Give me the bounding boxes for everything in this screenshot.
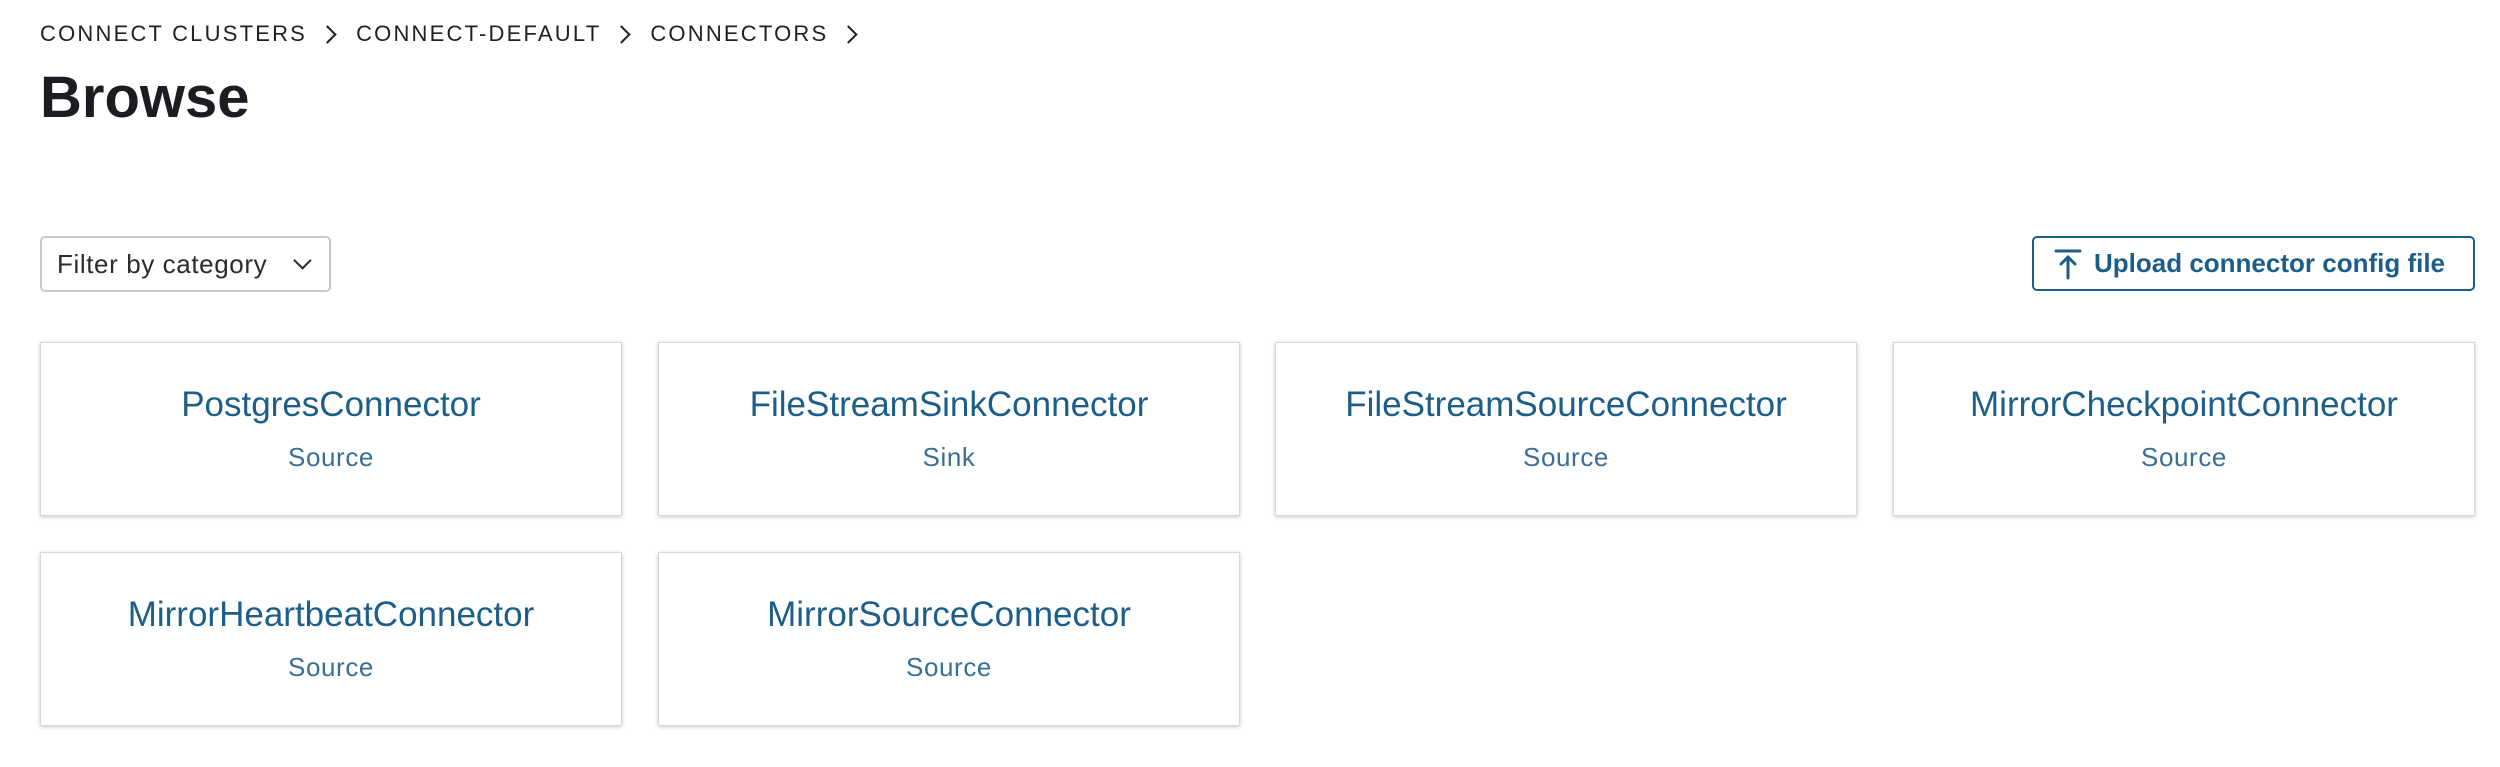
chevron-right-icon — [612, 24, 632, 44]
connector-card-filestream-sink[interactable]: FileStreamSinkConnector Sink — [658, 342, 1240, 516]
breadcrumb-connect-clusters[interactable]: CONNECT CLUSTERS — [40, 21, 307, 47]
connector-name: MirrorSourceConnector — [767, 595, 1131, 634]
filter-by-category-dropdown[interactable]: Filter by category — [40, 236, 331, 292]
connector-name: FileStreamSinkConnector — [749, 385, 1149, 424]
connector-type: Source — [288, 442, 374, 472]
connector-card-filestream-source[interactable]: FileStreamSourceConnector Source — [1275, 342, 1857, 516]
connector-type: Source — [288, 652, 374, 682]
connector-type: Source — [906, 652, 992, 682]
connector-name: FileStreamSourceConnector — [1345, 385, 1787, 424]
breadcrumb-connectors[interactable]: CONNECTORS — [650, 21, 828, 47]
breadcrumb: CONNECT CLUSTERS CONNECT-DEFAULT CONNECT… — [40, 18, 877, 50]
upload-icon — [2054, 248, 2082, 280]
connector-name: MirrorHeartbeatConnector — [127, 595, 535, 634]
connector-type: Source — [1523, 442, 1609, 472]
chevron-right-icon — [318, 24, 337, 44]
connector-card-mirror-checkpoint[interactable]: MirrorCheckpointConnector Source — [1893, 342, 2475, 516]
page-title: Browse — [40, 65, 250, 130]
connector-type: Sink — [922, 442, 976, 472]
breadcrumb-connect-default[interactable]: CONNECT-DEFAULT — [356, 21, 601, 47]
connector-card-mirror-source[interactable]: MirrorSourceConnector Source — [658, 552, 1240, 726]
connector-card-postgres[interactable]: PostgresConnector Source — [40, 342, 622, 516]
connector-type: Source — [2141, 442, 2227, 472]
chevron-right-icon — [839, 24, 859, 44]
upload-connector-config-button[interactable]: Upload connector config file — [2032, 236, 2475, 291]
chevron-down-icon — [293, 250, 312, 270]
connector-card-mirror-heartbeat[interactable]: MirrorHeartbeatConnector Source — [40, 552, 622, 726]
connector-name: MirrorCheckpointConnector — [1970, 385, 2398, 424]
upload-button-label: Upload connector config file — [2094, 248, 2446, 278]
connector-name: PostgresConnector — [181, 385, 481, 424]
filter-label: Filter by category — [57, 248, 268, 279]
